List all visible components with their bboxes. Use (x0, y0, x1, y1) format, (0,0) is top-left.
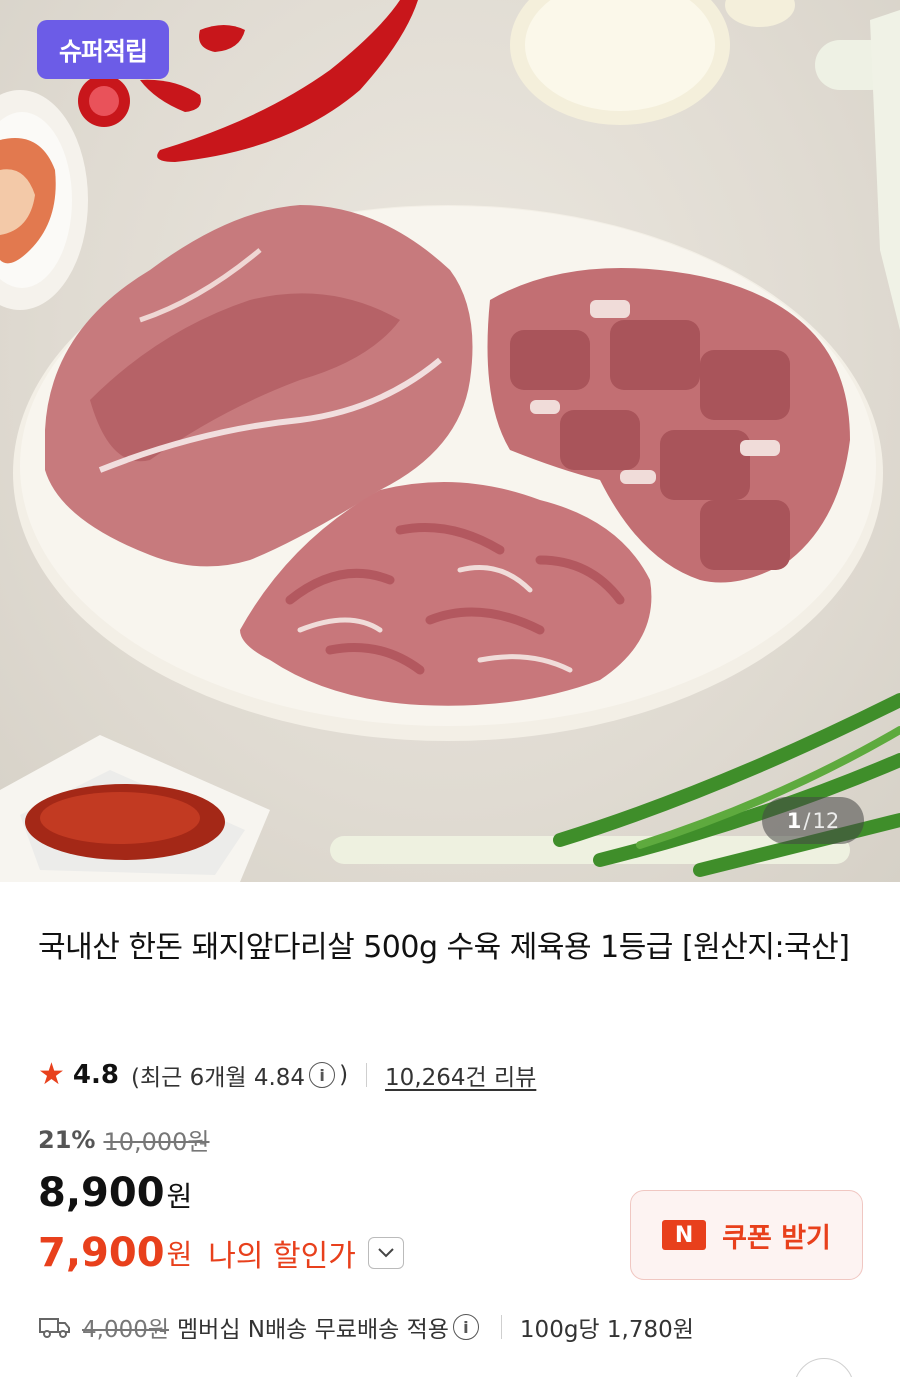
naver-n-icon: N (662, 1220, 707, 1250)
my-price-unit: 원 (166, 1238, 193, 1271)
discount-percent: 21% (38, 1125, 96, 1154)
product-title: 국내산 한돈 돼지앞다리살 500g 수육 제육용 1등급 [원산지:국산] (38, 930, 850, 965)
image-counter-total: 12 (812, 808, 840, 833)
original-shipping-fee: 4,000원 (82, 1317, 170, 1343)
chevron-down-icon[interactable] (367, 1237, 404, 1269)
recent-rating-close: ) (339, 1062, 349, 1088)
my-price-value: 7,900 (38, 1230, 165, 1276)
sale-price-value: 8,900 (38, 1170, 165, 1216)
floating-button[interactable] (794, 1358, 854, 1377)
unit-price: 100g당 1,780원 (519, 1317, 694, 1343)
get-coupon-button[interactable]: N 쿠폰 받기 (630, 1190, 863, 1280)
image-counter: 1/12 (762, 797, 864, 844)
truck-icon (39, 1318, 70, 1338)
shipping-text: 멤버십 N배송 무료배송 적용 (177, 1317, 449, 1343)
sale-price-unit: 원 (166, 1180, 193, 1213)
discount-row: 21% 10,000원 (38, 1122, 210, 1157)
info-icon[interactable]: i (309, 1062, 336, 1088)
image-counter-current: 1 (786, 808, 802, 833)
divider (366, 1063, 368, 1087)
product-photo (0, 0, 900, 882)
recent-rating: (최근 6개월 4.84 (130, 1065, 306, 1091)
my-price-label: 나의 할인가 (208, 1239, 356, 1274)
product-image[interactable]: 슈퍼적립 1/12 (0, 0, 900, 882)
review-count-link[interactable]: 10,264건 리뷰 (385, 1058, 536, 1092)
sale-price: 8,900 원 (38, 1170, 192, 1216)
get-coupon-label: 쿠폰 받기 (722, 1222, 831, 1254)
rating-value: 4.8 (72, 1060, 119, 1090)
shipping-info-icon[interactable]: i (452, 1314, 479, 1340)
my-discount-price[interactable]: 7,900 원 나의 할인가 (38, 1230, 404, 1276)
original-price: 10,000원 (103, 1128, 210, 1156)
star-icon: ★ (38, 1057, 65, 1092)
rating-row: ★ 4.8 (최근 6개월 4.84 i ) 10,264건 리뷰 (38, 1054, 536, 1096)
super-reward-badge: 슈퍼적립 (37, 20, 170, 79)
shipping-row: 4,000원 멤버십 N배송 무료배송 적용 i 100g당 1,780원 (38, 1306, 694, 1348)
divider (500, 1315, 502, 1339)
image-counter-separator: / (803, 808, 811, 833)
